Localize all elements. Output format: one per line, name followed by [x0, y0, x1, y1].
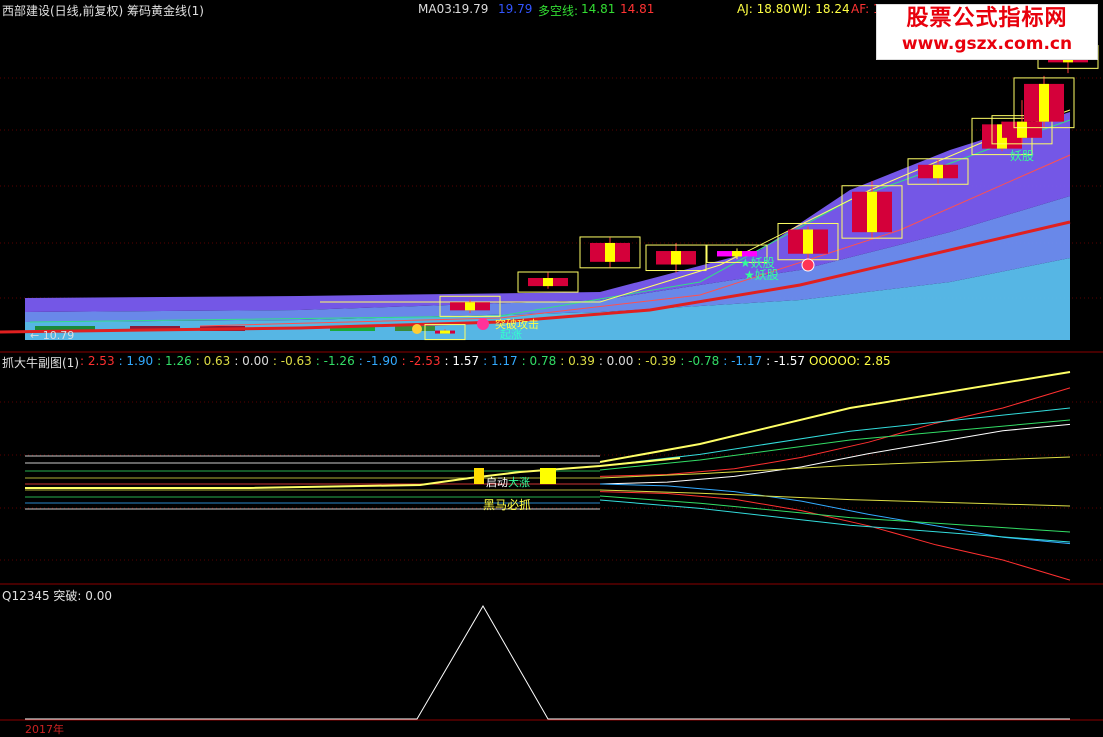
candle-core-8 — [933, 164, 943, 179]
tag-launch: 启动 — [486, 476, 508, 489]
sub-value-3: : 0.63 — [195, 354, 231, 368]
sub-value-16: : -1.17 — [723, 354, 763, 368]
sub-value-1: : 1.90 — [118, 354, 154, 368]
sub-value-15: : -0.78 — [680, 354, 720, 368]
candle-2 — [517, 271, 579, 293]
candle-core-7 — [867, 191, 877, 233]
low-price-label: ← 10.79 — [30, 329, 75, 342]
candle-core-6 — [803, 229, 813, 254]
sub-fan-extra-5 — [599, 495, 1071, 533]
gift-marker — [477, 318, 489, 330]
candle-core-3 — [605, 242, 615, 262]
chart-title: 西部建设(日线,前复权) 筹码黄金线(1) — [2, 4, 204, 18]
tag-dark-horse: 黑马必抓 — [483, 498, 532, 512]
candle-core-2 — [543, 278, 553, 287]
sub-value-13: : 0.00 — [598, 354, 634, 368]
sub-fan-2 — [599, 483, 1071, 545]
candle-core-11 — [1039, 83, 1049, 122]
sub-value-7: : -1.90 — [358, 354, 398, 368]
site-watermark: 股票公式指标网 www.gszx.com.cn — [876, 4, 1098, 60]
year-label: 2017年 — [25, 723, 64, 736]
watermark-line-1: 股票公式指标网 — [906, 6, 1068, 31]
sub-value-12: : 0.39 — [560, 354, 595, 368]
candle-core-4 — [671, 251, 681, 265]
sub-bar-1 — [474, 468, 484, 484]
dkx-label: 多空线: — [538, 4, 579, 18]
sub-fan-extra-4 — [599, 489, 1071, 507]
tag-rise-start: 起涨 — [500, 328, 522, 341]
tag-yaogu-1: 妖股 — [1010, 149, 1035, 163]
candle-core-1 — [465, 302, 475, 311]
sub-value-4: : 0.00 — [234, 354, 269, 368]
sub-value-9: : 1.57 — [444, 354, 480, 368]
sub-value-5: : -0.63 — [272, 354, 312, 368]
aj-value: AJ: 18.80 — [737, 2, 791, 16]
breakout-line — [25, 605, 1070, 720]
watermark-line-2: www.gszx.com.cn — [901, 34, 1073, 54]
sub-panel-title: 抓大牛副图(1) — [2, 356, 79, 370]
coin-marker — [412, 324, 422, 334]
sub-bar-2 — [540, 468, 556, 484]
candle-core-10 — [1017, 121, 1027, 138]
sub-value-14: : -0.39 — [637, 354, 677, 368]
signal-dot — [801, 258, 815, 272]
sub-fan-extra-1 — [599, 407, 1071, 467]
sub-value-11: : 0.78 — [521, 354, 557, 368]
sub-fan-extra-0 — [599, 371, 1071, 463]
bottom-panel-title: Q12345 突破: 0.00 — [2, 589, 113, 603]
sub-value-6: : -1.26 — [315, 354, 355, 368]
sub-fan-extra-2 — [599, 419, 1071, 471]
sub-value-2: : 1.26 — [157, 354, 192, 368]
sub-value-8: : -2.53 — [401, 354, 441, 368]
candle-3 — [579, 236, 641, 269]
tag-surge: 大涨 — [508, 476, 530, 489]
dkx-value-1: 14.81 — [581, 2, 616, 16]
ma03-label: MA03: — [418, 2, 456, 16]
sub-panel-values: : 2.53: 1.90: 1.26: 0.63: 0.00: -0.63: -… — [80, 354, 895, 368]
ma03-value-1: 19.79 — [454, 2, 489, 16]
tag-yaogu-3: ★妖股 — [744, 268, 779, 282]
dkx-value-2: 14.81 — [620, 2, 655, 16]
sub-value-10: : 1.17 — [483, 354, 518, 368]
sub-value-0: : 2.53 — [80, 354, 115, 368]
sub-value-18: OOOOO: 2.85 — [809, 354, 891, 368]
sub-fan-3 — [599, 491, 1071, 581]
wj-value: WJ: 18.24 — [792, 2, 850, 16]
sub-fan-extra-6 — [599, 499, 1071, 543]
sub-value-17: : -1.57 — [766, 354, 806, 368]
ma03-value-2: 19.79 — [498, 2, 533, 16]
candle-core-0 — [440, 330, 450, 334]
